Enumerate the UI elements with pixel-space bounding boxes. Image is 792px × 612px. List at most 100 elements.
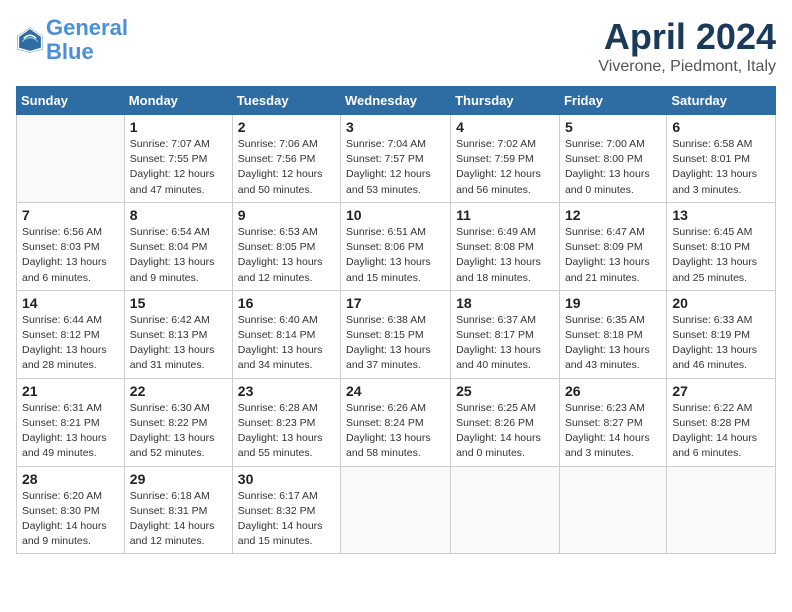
day-info: Sunrise: 6:56 AM Sunset: 8:03 PM Dayligh… <box>22 225 119 286</box>
day-number: 11 <box>456 207 554 223</box>
day-number: 10 <box>346 207 445 223</box>
day-info: Sunrise: 6:31 AM Sunset: 8:21 PM Dayligh… <box>22 401 119 462</box>
day-number: 17 <box>346 295 445 311</box>
day-number: 14 <box>22 295 119 311</box>
calendar-cell: 10 Sunrise: 6:51 AM Sunset: 8:06 PM Dayli… <box>341 202 451 290</box>
day-info: Sunrise: 6:22 AM Sunset: 8:28 PM Dayligh… <box>672 401 770 462</box>
day-info: Sunrise: 6:51 AM Sunset: 8:06 PM Dayligh… <box>346 225 445 286</box>
day-number: 16 <box>238 295 335 311</box>
calendar-cell: 14 Sunrise: 6:44 AM Sunset: 8:12 PM Dayli… <box>17 290 125 378</box>
day-number: 18 <box>456 295 554 311</box>
day-number: 29 <box>130 471 227 487</box>
calendar-cell: 5 Sunrise: 7:00 AM Sunset: 8:00 PM Daylig… <box>559 115 666 203</box>
calendar-cell: 21 Sunrise: 6:31 AM Sunset: 8:21 PM Dayli… <box>17 378 125 466</box>
day-info: Sunrise: 6:53 AM Sunset: 8:05 PM Dayligh… <box>238 225 335 286</box>
calendar-cell: 25 Sunrise: 6:25 AM Sunset: 8:26 PM Dayli… <box>451 378 560 466</box>
day-number: 28 <box>22 471 119 487</box>
day-info: Sunrise: 7:00 AM Sunset: 8:00 PM Dayligh… <box>565 137 661 198</box>
logo-icon <box>16 26 44 54</box>
calendar-table: SundayMondayTuesdayWednesdayThursdayFrid… <box>16 86 776 554</box>
day-number: 3 <box>346 119 445 135</box>
day-info: Sunrise: 6:25 AM Sunset: 8:26 PM Dayligh… <box>456 401 554 462</box>
day-info: Sunrise: 6:40 AM Sunset: 8:14 PM Dayligh… <box>238 313 335 374</box>
day-info: Sunrise: 6:58 AM Sunset: 8:01 PM Dayligh… <box>672 137 770 198</box>
calendar-cell: 23 Sunrise: 6:28 AM Sunset: 8:23 PM Dayli… <box>232 378 340 466</box>
day-info: Sunrise: 6:44 AM Sunset: 8:12 PM Dayligh… <box>22 313 119 374</box>
calendar-cell <box>559 466 666 554</box>
title-area: April 2024 Viverone, Piedmont, Italy <box>598 16 776 76</box>
day-number: 22 <box>130 383 227 399</box>
logo-text: General Blue <box>46 16 128 64</box>
calendar-cell: 16 Sunrise: 6:40 AM Sunset: 8:14 PM Dayli… <box>232 290 340 378</box>
day-number: 13 <box>672 207 770 223</box>
day-number: 30 <box>238 471 335 487</box>
day-header-tuesday: Tuesday <box>232 87 340 115</box>
location-subtitle: Viverone, Piedmont, Italy <box>598 58 776 76</box>
week-row-4: 21 Sunrise: 6:31 AM Sunset: 8:21 PM Dayli… <box>17 378 776 466</box>
day-header-friday: Friday <box>559 87 666 115</box>
logo-line1: General <box>46 15 128 40</box>
day-info: Sunrise: 6:54 AM Sunset: 8:04 PM Dayligh… <box>130 225 227 286</box>
calendar-cell: 18 Sunrise: 6:37 AM Sunset: 8:17 PM Dayli… <box>451 290 560 378</box>
week-row-2: 7 Sunrise: 6:56 AM Sunset: 8:03 PM Daylig… <box>17 202 776 290</box>
day-info: Sunrise: 7:04 AM Sunset: 7:57 PM Dayligh… <box>346 137 445 198</box>
day-info: Sunrise: 6:37 AM Sunset: 8:17 PM Dayligh… <box>456 313 554 374</box>
calendar-cell: 12Sunrise: 6:47 AM Sunset: 8:09 PM Dayli… <box>559 202 666 290</box>
header: General Blue April 2024 Viverone, Piedmo… <box>16 16 776 76</box>
day-info: Sunrise: 6:35 AM Sunset: 8:18 PM Dayligh… <box>565 313 661 374</box>
day-info: Sunrise: 6:38 AM Sunset: 8:15 PM Dayligh… <box>346 313 445 374</box>
calendar-cell: 29 Sunrise: 6:18 AM Sunset: 8:31 PM Dayli… <box>124 466 232 554</box>
calendar-cell: 8Sunrise: 6:54 AM Sunset: 8:04 PM Daylig… <box>124 202 232 290</box>
calendar-cell <box>17 115 125 203</box>
day-header-saturday: Saturday <box>667 87 776 115</box>
day-info: Sunrise: 6:23 AM Sunset: 8:27 PM Dayligh… <box>565 401 661 462</box>
day-number: 27 <box>672 383 770 399</box>
calendar-cell: 9Sunrise: 6:53 AM Sunset: 8:05 PM Daylig… <box>232 202 340 290</box>
calendar-cell: 3 Sunrise: 7:04 AM Sunset: 7:57 PM Daylig… <box>341 115 451 203</box>
day-number: 20 <box>672 295 770 311</box>
calendar-cell: 22Sunrise: 6:30 AM Sunset: 8:22 PM Dayli… <box>124 378 232 466</box>
day-number: 5 <box>565 119 661 135</box>
day-info: Sunrise: 6:26 AM Sunset: 8:24 PM Dayligh… <box>346 401 445 462</box>
day-info: Sunrise: 6:33 AM Sunset: 8:19 PM Dayligh… <box>672 313 770 374</box>
day-info: Sunrise: 6:42 AM Sunset: 8:13 PM Dayligh… <box>130 313 227 374</box>
day-header-thursday: Thursday <box>451 87 560 115</box>
day-info: Sunrise: 6:47 AM Sunset: 8:09 PM Dayligh… <box>565 225 661 286</box>
calendar-cell: 26 Sunrise: 6:23 AM Sunset: 8:27 PM Dayli… <box>559 378 666 466</box>
calendar-cell: 17 Sunrise: 6:38 AM Sunset: 8:15 PM Dayli… <box>341 290 451 378</box>
day-header-sunday: Sunday <box>17 87 125 115</box>
day-number: 21 <box>22 383 119 399</box>
day-number: 25 <box>456 383 554 399</box>
calendar-cell: 2Sunrise: 7:06 AM Sunset: 7:56 PM Daylig… <box>232 115 340 203</box>
day-info: Sunrise: 6:45 AM Sunset: 8:10 PM Dayligh… <box>672 225 770 286</box>
calendar-cell: 20 Sunrise: 6:33 AM Sunset: 8:19 PM Dayli… <box>667 290 776 378</box>
calendar-cell: 30 Sunrise: 6:17 AM Sunset: 8:32 PM Dayli… <box>232 466 340 554</box>
calendar-cell: 6 Sunrise: 6:58 AM Sunset: 8:01 PM Daylig… <box>667 115 776 203</box>
calendar-cell: 7 Sunrise: 6:56 AM Sunset: 8:03 PM Daylig… <box>17 202 125 290</box>
week-row-1: 1Sunrise: 7:07 AM Sunset: 7:55 PM Daylig… <box>17 115 776 203</box>
day-info: Sunrise: 6:18 AM Sunset: 8:31 PM Dayligh… <box>130 489 227 550</box>
logo: General Blue <box>16 16 128 64</box>
day-info: Sunrise: 6:17 AM Sunset: 8:32 PM Dayligh… <box>238 489 335 550</box>
logo-line2: Blue <box>46 39 94 64</box>
calendar-cell <box>667 466 776 554</box>
day-info: Sunrise: 7:02 AM Sunset: 7:59 PM Dayligh… <box>456 137 554 198</box>
day-number: 4 <box>456 119 554 135</box>
calendar-cell: 11 Sunrise: 6:49 AM Sunset: 8:08 PM Dayli… <box>451 202 560 290</box>
day-number: 24 <box>346 383 445 399</box>
day-number: 23 <box>238 383 335 399</box>
day-number: 6 <box>672 119 770 135</box>
calendar-cell: 15 Sunrise: 6:42 AM Sunset: 8:13 PM Dayli… <box>124 290 232 378</box>
day-number: 15 <box>130 295 227 311</box>
calendar-cell <box>341 466 451 554</box>
day-info: Sunrise: 6:28 AM Sunset: 8:23 PM Dayligh… <box>238 401 335 462</box>
day-number: 7 <box>22 207 119 223</box>
calendar-cell: 13 Sunrise: 6:45 AM Sunset: 8:10 PM Dayli… <box>667 202 776 290</box>
day-info: Sunrise: 7:06 AM Sunset: 7:56 PM Dayligh… <box>238 137 335 198</box>
day-header-monday: Monday <box>124 87 232 115</box>
calendar-cell: 28Sunrise: 6:20 AM Sunset: 8:30 PM Dayli… <box>17 466 125 554</box>
calendar-cell: 27 Sunrise: 6:22 AM Sunset: 8:28 PM Dayli… <box>667 378 776 466</box>
day-number: 26 <box>565 383 661 399</box>
week-row-3: 14 Sunrise: 6:44 AM Sunset: 8:12 PM Dayli… <box>17 290 776 378</box>
day-info: Sunrise: 6:49 AM Sunset: 8:08 PM Dayligh… <box>456 225 554 286</box>
